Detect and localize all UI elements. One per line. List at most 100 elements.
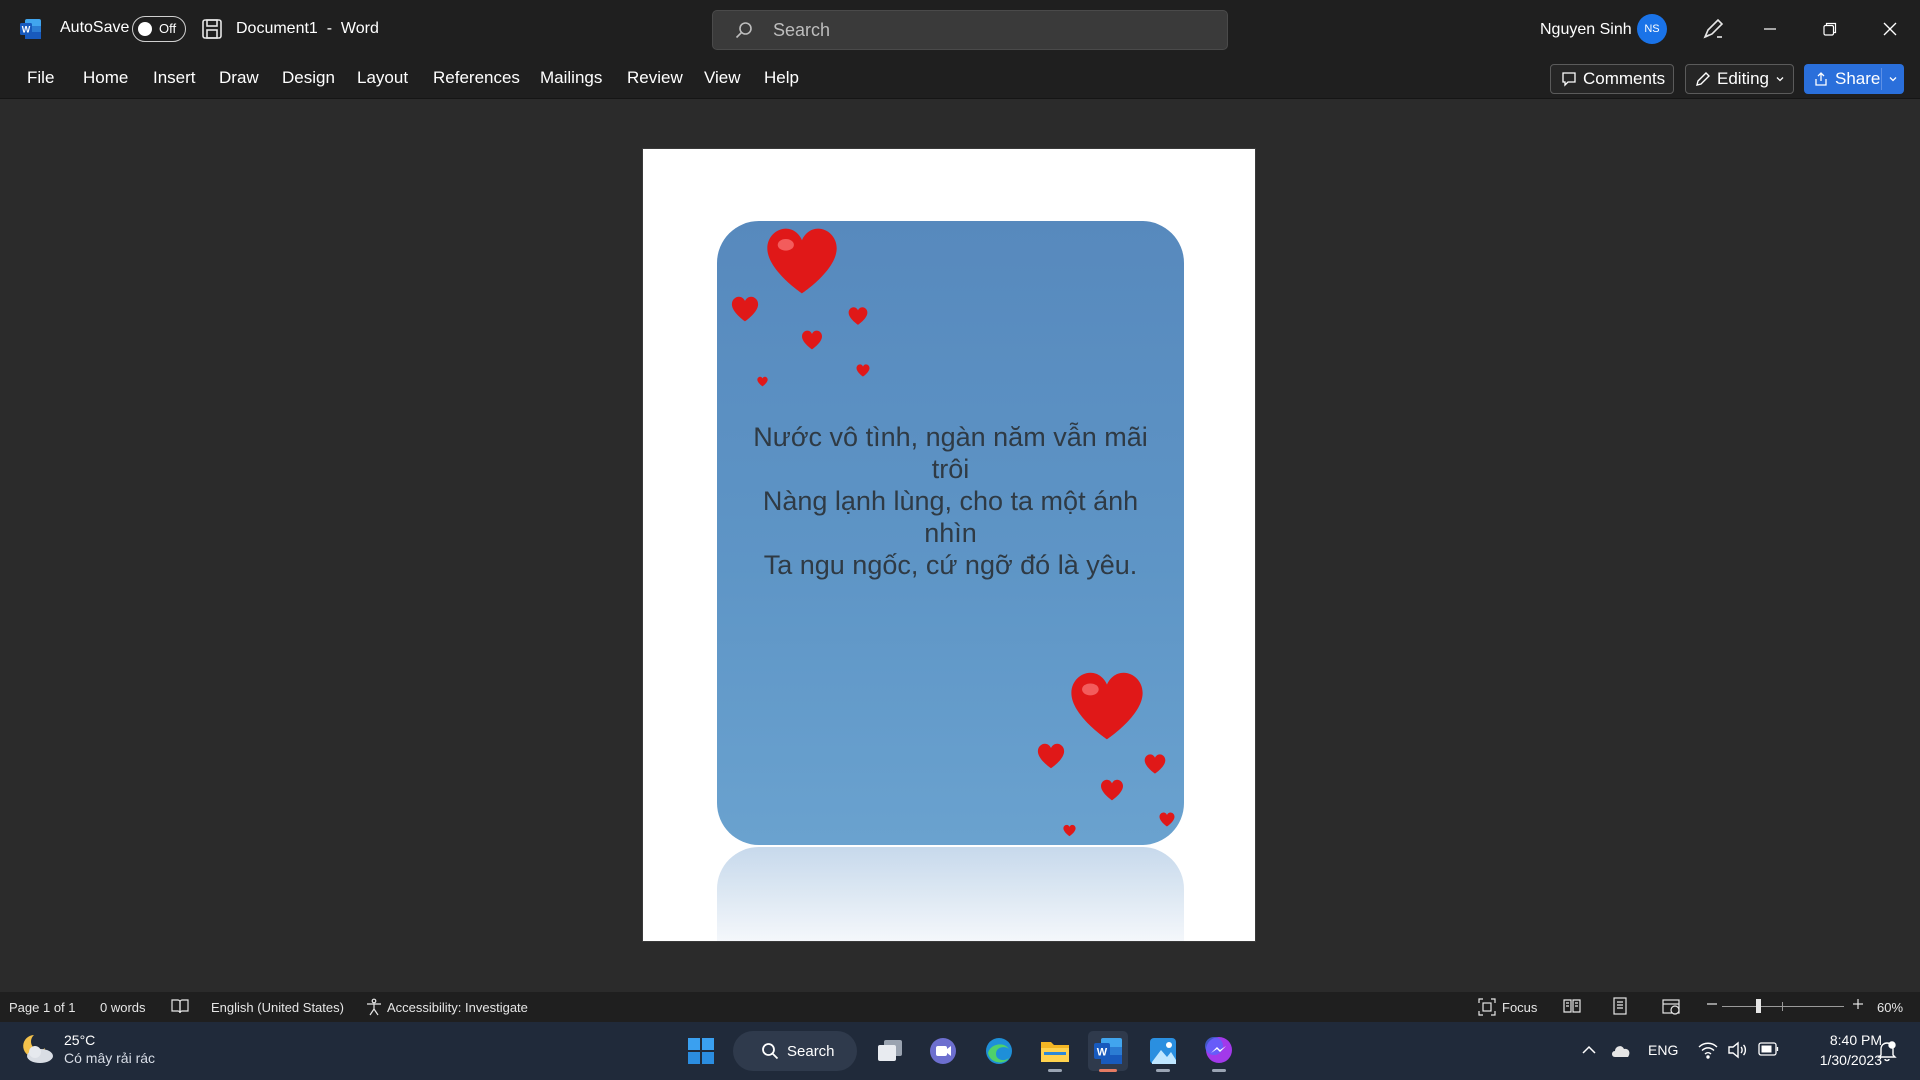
notification-bell-icon[interactable] — [1877, 1040, 1897, 1062]
restore-button[interactable] — [1815, 14, 1845, 44]
read-mode-icon[interactable] — [1563, 998, 1581, 1014]
focus-label: Focus — [1502, 999, 1538, 1015]
heart-icon — [802, 330, 822, 350]
zoom-out-icon[interactable] — [1706, 998, 1718, 1010]
poem-line: Ta ngu ngốc, cứ ngỡ đó là yêu. — [763, 550, 1138, 580]
task-view-icon[interactable] — [870, 1031, 910, 1071]
running-indicator — [1212, 1069, 1226, 1072]
share-label: Share — [1835, 69, 1881, 88]
accessibility-label: Accessibility: Investigate — [387, 999, 528, 1015]
status-bar: Page 1 of 1 0 words English (United Stat… — [0, 992, 1920, 1022]
weather-widget[interactable]: 25°C Có mây rải rác — [18, 1031, 155, 1067]
avatar[interactable]: NS — [1637, 14, 1667, 44]
tab-mailings[interactable]: Mailings — [540, 68, 602, 88]
tab-draw[interactable]: Draw — [219, 68, 259, 88]
heart-icon — [1144, 754, 1166, 774]
poem-line: trôi — [931, 454, 970, 484]
chevron-down-icon — [1776, 77, 1784, 82]
wifi-icon[interactable] — [1698, 1041, 1718, 1059]
search-box[interactable]: Search — [712, 10, 1228, 50]
taskbar: 25°C Có mây rải rác Search W ENG 8:40 PM… — [0, 1022, 1920, 1080]
poem-text[interactable]: Nước vô tình, ngàn năm vẫn mãi trôi Nàng… — [737, 421, 1164, 581]
heart-icon — [757, 376, 768, 387]
heart-icon — [856, 364, 870, 377]
photos-app-icon[interactable] — [1143, 1031, 1183, 1072]
tab-view[interactable]: View — [704, 68, 741, 88]
clock-date: 1/30/2023 — [1819, 1052, 1882, 1068]
print-layout-icon[interactable] — [1612, 997, 1628, 1015]
sky-card-image[interactable]: Nước vô tình, ngàn năm vẫn mãi trôi Nàng… — [717, 221, 1184, 845]
start-button[interactable] — [681, 1031, 721, 1071]
search-icon — [762, 1043, 779, 1060]
comments-button[interactable]: Comments — [1550, 64, 1674, 94]
accessibility-status[interactable]: Accessibility: Investigate — [365, 998, 528, 1016]
autosave-toggle[interactable]: Off — [132, 16, 186, 42]
tab-file[interactable]: File — [27, 68, 54, 88]
messenger-icon[interactable] — [1199, 1031, 1239, 1072]
web-layout-icon[interactable] — [1662, 998, 1680, 1016]
comments-label: Comments — [1583, 69, 1666, 88]
taskbar-search[interactable]: Search — [733, 1031, 857, 1071]
show-hidden-icons-chevron-up-icon[interactable] — [1581, 1043, 1597, 1057]
search-placeholder: Search — [773, 20, 831, 40]
user-name[interactable]: Nguyen Sinh — [1540, 21, 1632, 39]
tab-help[interactable]: Help — [764, 68, 799, 88]
title-bar: W AutoSave Off Document1 - Word Search N… — [0, 0, 1920, 60]
weather-desc: Có mây rải rác — [64, 1050, 156, 1066]
zoom-slider-thumb[interactable] — [1756, 999, 1761, 1013]
tab-references[interactable]: References — [433, 68, 520, 88]
document-page[interactable]: Nước vô tình, ngàn năm vẫn mãi trôi Nàng… — [643, 149, 1255, 941]
share-button[interactable]: Share — [1804, 64, 1904, 94]
designer-pen-icon[interactable] — [1700, 16, 1726, 42]
heart-icon — [767, 228, 837, 294]
battery-icon[interactable] — [1758, 1042, 1780, 1056]
proofing-book-icon[interactable] — [171, 998, 189, 1014]
word-count[interactable]: 0 words — [100, 1000, 146, 1015]
search-icon — [735, 22, 752, 39]
editing-label: Editing — [1717, 69, 1769, 88]
word-logo-icon: W — [20, 18, 42, 40]
volume-icon[interactable] — [1727, 1041, 1747, 1059]
zoom-level[interactable]: 60% — [1877, 1000, 1903, 1015]
file-explorer-icon[interactable] — [1035, 1031, 1075, 1072]
zoom-100-tick — [1782, 1002, 1783, 1011]
document-title: Document1 - Word — [236, 20, 379, 37]
minimize-button[interactable] — [1755, 14, 1785, 44]
save-icon[interactable] — [200, 17, 224, 41]
share-chevron-down-icon[interactable] — [1888, 74, 1898, 84]
svg-text:W: W — [22, 25, 31, 35]
zoom-in-icon[interactable] — [1852, 998, 1864, 1010]
close-button[interactable] — [1875, 14, 1905, 44]
tab-home[interactable]: Home — [83, 68, 128, 88]
tab-design[interactable]: Design — [282, 68, 335, 88]
weather-temp: 25°C — [64, 1032, 96, 1048]
focus-button[interactable]: Focus — [1478, 998, 1537, 1016]
heart-icon — [1071, 672, 1143, 740]
clock[interactable]: 8:40 PM 1/30/2023 — [1792, 1030, 1882, 1070]
heart-icon — [1037, 743, 1065, 769]
split-divider — [1881, 68, 1882, 90]
windows-logo-icon — [688, 1038, 714, 1064]
pencil-icon — [1696, 72, 1710, 86]
comment-icon — [1562, 72, 1576, 87]
page-count[interactable]: Page 1 of 1 — [9, 1000, 76, 1015]
poem-line: Nàng lạnh lùng, cho ta một ánh — [762, 486, 1139, 516]
edge-browser-icon[interactable] — [979, 1031, 1019, 1071]
editing-mode-button[interactable]: Editing — [1685, 64, 1794, 94]
input-language[interactable]: ENG — [1648, 1042, 1678, 1058]
running-indicator — [1156, 1069, 1170, 1072]
tab-review[interactable]: Review — [627, 68, 683, 88]
language-status[interactable]: English (United States) — [211, 1000, 344, 1015]
teams-chat-icon[interactable] — [923, 1031, 963, 1071]
onedrive-cloud-icon[interactable] — [1610, 1042, 1632, 1058]
zoom-slider[interactable] — [1722, 999, 1844, 1013]
heart-icon — [1101, 779, 1123, 801]
avatar-initials: NS — [1644, 23, 1660, 35]
tab-insert[interactable]: Insert — [153, 68, 196, 88]
tab-layout[interactable]: Layout — [357, 68, 408, 88]
autosave-label: AutoSave — [60, 19, 130, 36]
word-taskbar-icon[interactable]: W — [1088, 1031, 1128, 1072]
active-indicator — [1099, 1069, 1117, 1072]
heart-icon — [731, 296, 759, 322]
heart-icon — [848, 307, 868, 325]
